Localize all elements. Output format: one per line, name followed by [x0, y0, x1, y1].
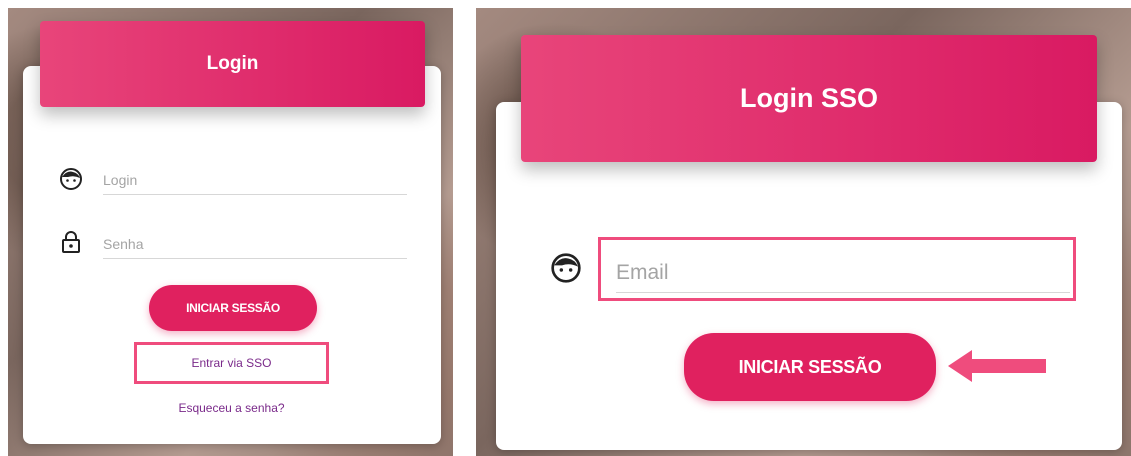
- password-field[interactable]: [103, 227, 407, 259]
- email-field[interactable]: [616, 248, 1070, 293]
- lock-icon: [62, 231, 80, 253]
- login-header: Login: [40, 21, 425, 107]
- login-field[interactable]: [103, 163, 407, 195]
- login-input[interactable]: [103, 166, 407, 194]
- forgot-password-link[interactable]: Esqueceu a senha?: [134, 401, 329, 415]
- user-face-icon: [551, 253, 581, 283]
- sso-link[interactable]: Entrar via SSO: [134, 356, 329, 370]
- login-panel: Login INICIAR SESSÃO Entrar via SSO Esqu…: [8, 8, 453, 456]
- sso-title: Login SSO: [740, 83, 878, 113]
- login-title: Login: [206, 53, 259, 74]
- arrow-left-icon: [948, 350, 1046, 382]
- sso-submit-button[interactable]: INICIAR SESSÃO: [684, 333, 936, 401]
- sso-panel: Login SSO INICIAR SESSÃO: [476, 8, 1131, 456]
- password-input[interactable]: [103, 230, 407, 258]
- email-input[interactable]: [616, 254, 1070, 292]
- user-face-icon: [60, 168, 82, 190]
- sso-header: Login SSO: [521, 35, 1097, 162]
- login-submit-button[interactable]: INICIAR SESSÃO: [149, 285, 317, 331]
